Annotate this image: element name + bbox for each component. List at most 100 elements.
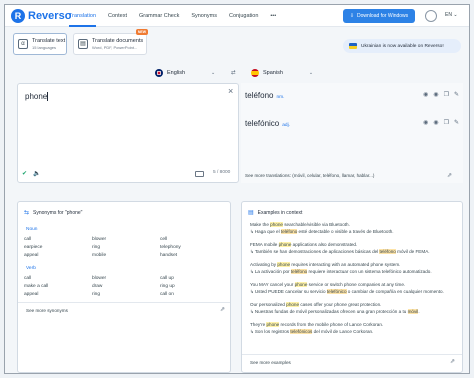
external-link-icon[interactable]: ⇗ [450, 358, 455, 365]
logo-mark: R [11, 9, 25, 23]
nav-synonyms[interactable]: Synonyms [191, 5, 217, 27]
clear-text-icon[interactable]: × [228, 86, 233, 96]
source-text-area[interactable]: phone × ✔ 🔈 5 / 8000 [17, 83, 239, 183]
nav-context[interactable]: Context [108, 5, 127, 27]
synonym-link[interactable]: blower [92, 237, 106, 242]
chevron-down-icon: ⌄ [211, 70, 216, 76]
spellcheck-icon[interactable]: ✔ [22, 170, 27, 177]
synonym-link[interactable]: mobile [92, 253, 106, 258]
keyboard-icon[interactable] [195, 171, 204, 177]
download-label: Download for Windows [357, 13, 409, 19]
copy-text-icon[interactable]: ❐ [444, 119, 449, 126]
ui-language-value: EN [445, 12, 452, 18]
see-more-synonyms-link[interactable]: See more synonyms [26, 308, 68, 313]
mode-translate-text[interactable]: α Translate text 15 languages [13, 33, 67, 55]
example-text: searchable/visible via Bluetooth. [282, 222, 350, 227]
nav-translation[interactable]: Translation [69, 5, 97, 27]
example-text: móvil de FEMA. [395, 249, 430, 254]
example-highlight: phone [277, 262, 291, 267]
translation-word: telefónico [245, 119, 280, 128]
speaker-icon[interactable]: ◉ [423, 91, 428, 98]
example-target: Son los registros telefónicos del móvil … [250, 329, 462, 336]
examples-icon: ▤ [248, 210, 254, 216]
example-source: FEMA mobile phone applications also demo… [250, 242, 462, 249]
synonym-link[interactable]: appeal [24, 292, 38, 297]
synonym-link[interactable]: draw [92, 284, 102, 289]
synonym-link[interactable]: telephony [160, 245, 181, 250]
external-link-icon[interactable]: ⇗ [447, 172, 452, 179]
source-text[interactable]: phone [25, 92, 49, 102]
translation-row[interactable]: telefónico adj. ◉ ◉ ❐ ✎ [245, 119, 459, 128]
synonym-link[interactable]: call [24, 237, 31, 242]
examples-header: ▤ Examples in context [248, 209, 302, 217]
download-icon: ⇩ [349, 13, 355, 19]
example-pair[interactable]: You MAY cancel your phone service or swi… [250, 282, 462, 296]
feedback-icon[interactable]: ✎ [454, 91, 459, 98]
synonym-link[interactable]: cell [160, 237, 167, 242]
synonym-link[interactable]: earpiece [24, 245, 42, 250]
synonym-link[interactable]: call up [160, 276, 174, 281]
translation-word: teléfono [245, 91, 274, 100]
synonym-link[interactable]: ring [92, 245, 100, 250]
example-highlight: telefónico [326, 289, 347, 294]
swap-icon: ⇄ [231, 70, 236, 76]
synonym-link[interactable]: ring up [160, 284, 175, 289]
chevron-down-icon: ⌄ [453, 12, 458, 18]
nav-conjugation[interactable]: Conjugation [229, 5, 258, 27]
divider [242, 354, 462, 355]
example-text: requiere interactuar con un sistema tele… [307, 269, 432, 274]
more-translations-link[interactable]: See more translations: (móvil, celular, … [245, 173, 374, 178]
synonyms-header: ⇆ Synonyms for "phone" [24, 209, 82, 217]
example-text: You MAY cancel your [250, 282, 295, 287]
logo-text: Reverso [28, 10, 72, 22]
chevron-down-icon: ⌄ [308, 70, 314, 76]
example-pair[interactable]: They're phone records from the mobile ph… [250, 322, 462, 336]
logo[interactable]: R Reverso [11, 9, 71, 23]
synonym-link[interactable]: handset [160, 253, 177, 258]
external-link-icon[interactable]: ⇗ [220, 306, 225, 313]
mode-translate-documents[interactable]: ▤ Translate documents Word, PDF, PowerPo… [73, 29, 148, 55]
source-language-label: English [167, 70, 186, 76]
example-text: requires interacting with an automated p… [290, 262, 401, 267]
copy-icon[interactable]: ◉ [433, 91, 438, 98]
user-avatar-icon[interactable] [425, 10, 437, 22]
synonym-link[interactable]: call on [160, 292, 174, 297]
examples-card: ▤ Examples in context Make the phone sea… [241, 201, 463, 373]
example-target: La activación por teléfono requiere inte… [250, 269, 462, 276]
mode-docs-subtitle: Word, PDF, PowerPoint... [92, 45, 138, 50]
source-language-select[interactable]: English ⌄ [155, 67, 215, 79]
synonym-link[interactable]: make a call [24, 284, 48, 289]
example-text: Haga que el [254, 229, 281, 234]
english-flag-icon [155, 69, 163, 77]
example-text: . [418, 309, 420, 314]
synonym-link[interactable]: blower [92, 276, 106, 281]
see-more-examples-link[interactable]: See more examples [250, 360, 291, 365]
example-pair[interactable]: Make the phone searchable/visible via Bl… [250, 222, 462, 236]
example-text: Usted PUEDE cancelar su servicio [254, 289, 327, 294]
synonym-link[interactable]: call [24, 276, 31, 281]
translation-row[interactable]: teléfono nm. ◉ ◉ ❐ ✎ [245, 91, 459, 100]
nav-grammar-check[interactable]: Grammar Check [139, 5, 179, 27]
download-button[interactable]: ⇩ Download for Windows [343, 9, 415, 23]
target-language-label: Spanish [263, 70, 283, 76]
synonym-link[interactable]: ring [92, 292, 100, 297]
example-pair[interactable]: Activating by phone requires interacting… [250, 262, 462, 276]
swap-languages-button[interactable]: ⇄ [231, 67, 236, 79]
feedback-icon[interactable]: ✎ [454, 119, 459, 126]
source-tools: ✔ 🔈 [22, 170, 41, 177]
ui-language-select[interactable]: EN ⌄ [445, 12, 458, 18]
ukrainian-notice[interactable]: Ukrainian is now available on Reverso! [343, 39, 461, 53]
speaker-icon[interactable]: ◉ [423, 119, 428, 126]
copy-text-icon[interactable]: ❐ [444, 91, 449, 98]
synonym-link[interactable]: appeal [24, 253, 38, 258]
mode-docs-title: Translate documents [92, 38, 144, 44]
example-pair[interactable]: FEMA mobile phone applications also demo… [250, 242, 462, 256]
example-text: They're [250, 322, 267, 327]
copy-icon[interactable]: ◉ [433, 119, 438, 126]
translation-tools: ◉ ◉ ❐ ✎ [423, 91, 459, 98]
example-pair[interactable]: Our personalized phone cases offer your … [250, 302, 462, 316]
example-text: Son los registros [254, 329, 291, 334]
target-language-select[interactable]: Spanish ⌄ [251, 67, 313, 79]
speaker-icon[interactable]: 🔈 [33, 170, 40, 177]
nav-more[interactable]: ••• [270, 5, 276, 27]
